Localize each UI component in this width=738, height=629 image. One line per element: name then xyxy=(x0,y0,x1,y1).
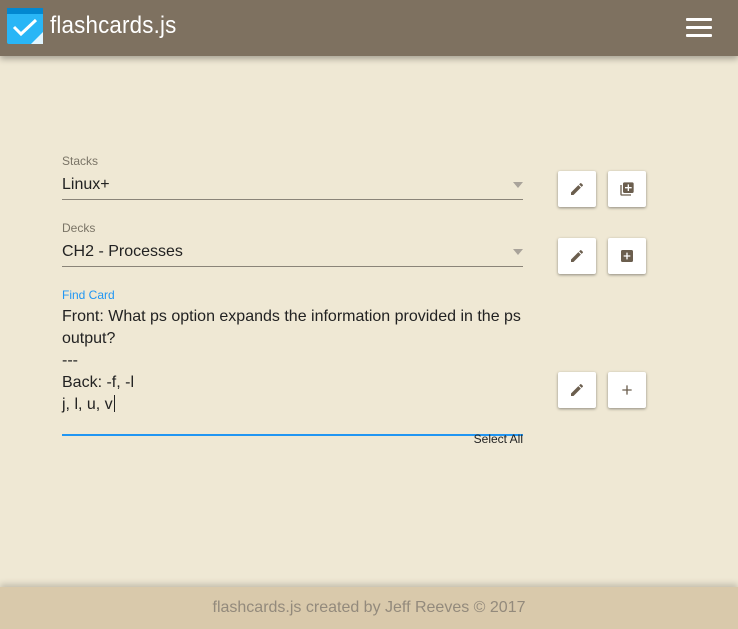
edit-deck-button[interactable] xyxy=(558,238,596,274)
dropdown-arrow-icon xyxy=(513,249,523,255)
find-card-label: Find Card xyxy=(62,288,115,302)
add-card-button[interactable] xyxy=(608,372,646,408)
app-header: flashcards.js xyxy=(0,0,738,56)
select-all-link[interactable]: Select All xyxy=(474,432,523,446)
pencil-icon xyxy=(571,182,584,195)
pencil-icon xyxy=(571,249,584,262)
decks-label: Decks xyxy=(62,221,96,235)
decks-field: Decks CH2 - Processes xyxy=(62,221,523,267)
pencil-icon xyxy=(571,383,584,396)
stacks-selected-value: Linux+ xyxy=(62,176,110,193)
app-footer: flashcards.js created by Jeff Reeves © 2… xyxy=(0,587,738,629)
hamburger-menu-icon[interactable] xyxy=(686,18,714,40)
find-card-field: Find Card Front: What ps option expands … xyxy=(62,288,523,446)
dropdown-arrow-icon xyxy=(513,182,523,188)
text-cursor xyxy=(113,395,115,412)
find-card-value: Front: What ps option expands the inform… xyxy=(62,308,521,413)
add-box-icon xyxy=(621,250,633,262)
add-stack-icon xyxy=(620,182,634,196)
app-root: flashcards.js Stacks Linux+ Decks CH2 - … xyxy=(0,0,738,629)
stacks-select[interactable]: Linux+ xyxy=(62,173,523,200)
stacks-field: Stacks Linux+ xyxy=(62,154,523,200)
stacks-label: Stacks xyxy=(62,154,99,168)
decks-select[interactable]: CH2 - Processes xyxy=(62,240,523,267)
flashcard-check-icon[interactable] xyxy=(7,8,43,44)
plus-icon xyxy=(622,385,632,395)
footer-credit: flashcards.js created by Jeff Reeves © 2… xyxy=(212,599,526,616)
add-deck-button[interactable] xyxy=(608,238,646,274)
edit-stack-button[interactable] xyxy=(558,171,596,207)
decks-selected-value: CH2 - Processes xyxy=(62,243,183,260)
edit-card-button[interactable] xyxy=(558,372,596,408)
add-stack-button[interactable] xyxy=(608,171,646,207)
find-card-textarea[interactable]: Front: What ps option expands the inform… xyxy=(62,306,523,436)
app-title[interactable]: flashcards.js xyxy=(50,12,176,40)
